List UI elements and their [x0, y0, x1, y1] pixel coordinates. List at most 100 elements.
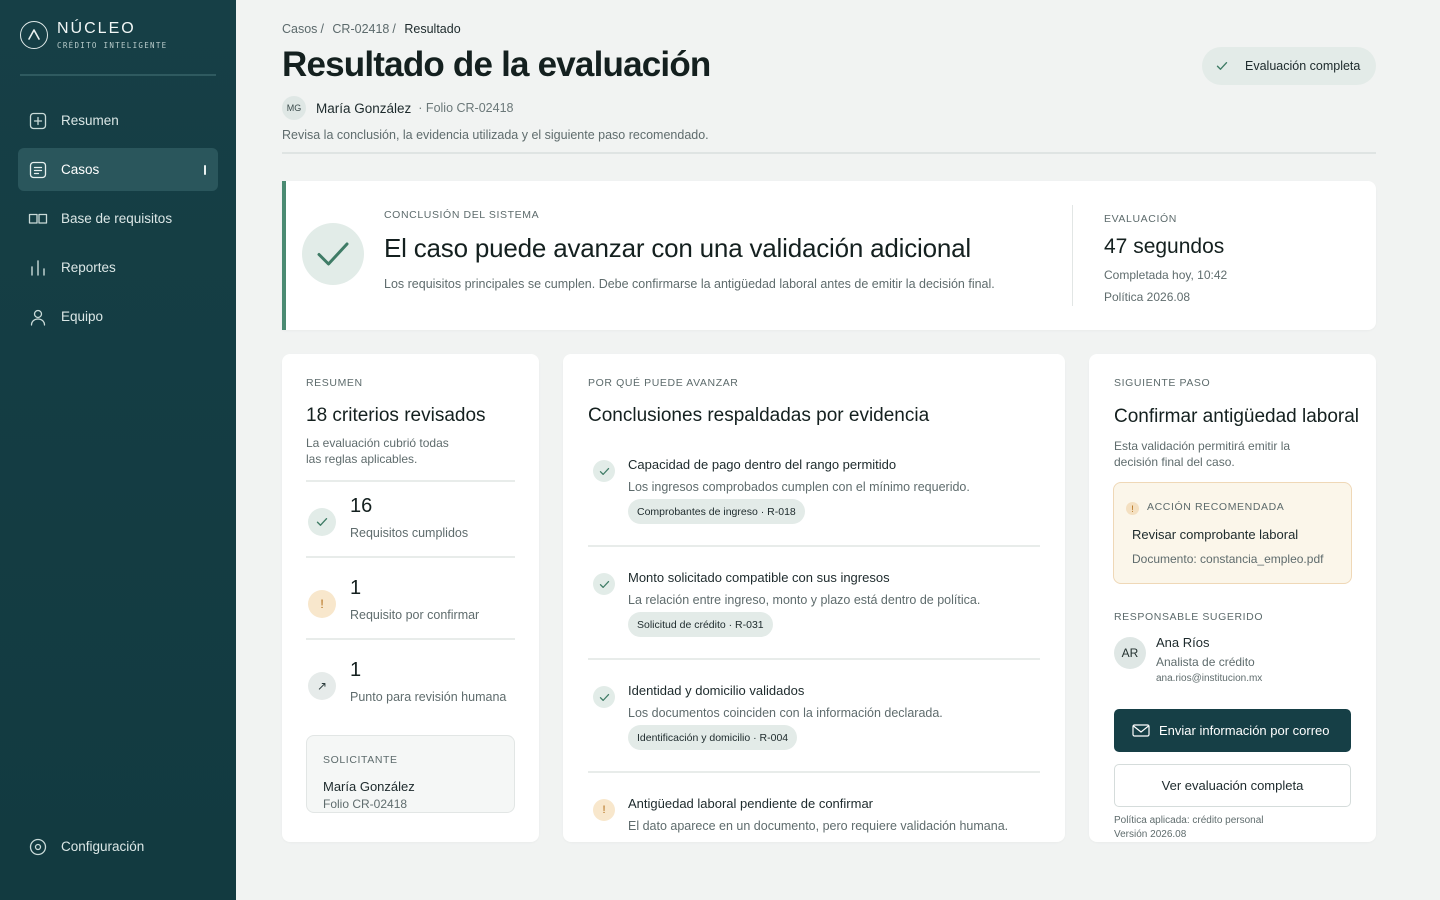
check-icon: [593, 573, 615, 595]
conclusion-card: CONCLUSIÓN DEL SISTEMA El caso puede ava…: [282, 181, 1376, 330]
evidence-card: POR QUÉ PUEDE AVANZAR Conclusiones respa…: [563, 354, 1065, 842]
responsible-email[interactable]: ana.rios@institucion.mx: [1156, 673, 1262, 684]
applicant-label: SOLICITANTE: [323, 754, 398, 766]
evidence-item-text: La relación entre ingreso, monto y plazo…: [628, 593, 981, 607]
action-document[interactable]: Documento: constancia_empleo.pdf: [1132, 552, 1323, 566]
evidence-item-text: Los ingresos comprobados cumplen con el …: [628, 480, 970, 494]
conclusion-label: CONCLUSIÓN DEL SISTEMA: [384, 209, 540, 221]
page-title: Resultado de la evaluación: [282, 45, 711, 84]
sidebar-item-resumen[interactable]: Resumen: [18, 99, 218, 142]
stat-value: 1: [350, 659, 362, 681]
evidence-item-title: Antigüedad laboral pendiente de confirma…: [628, 796, 874, 811]
conclusion-title: El caso puede avanzar con una validación…: [384, 233, 971, 263]
stat-label: Requisitos cumplidos: [350, 526, 469, 540]
button-label: Enviar información por correo: [1159, 723, 1330, 738]
evidence-tag[interactable]: Solicitud de crédito · R-031: [628, 612, 773, 637]
evidence-item: Identidad y domicilio validados Los docu…: [588, 683, 1040, 796]
summary-label: RESUMEN: [306, 377, 363, 389]
bar-chart-icon: [28, 258, 48, 278]
stat-label: Requisito por confirmar: [350, 608, 480, 622]
applicant-name: María González: [323, 779, 415, 794]
breadcrumb-item-case[interactable]: CR-02418: [332, 22, 389, 36]
summary-description: La evaluación cubrió todas las reglas ap…: [306, 436, 449, 466]
avatar: MG: [282, 96, 306, 120]
version-line: Versión 2026.08: [1114, 829, 1187, 840]
conclusion-text: Los requisitos principales se cumplen. D…: [384, 277, 995, 291]
next-step-title: Confirmar antigüedad laboral: [1114, 406, 1360, 427]
brand[interactable]: NÚCLEO CRÉDITO INTELIGENTE: [20, 20, 168, 50]
avatar: AR: [1114, 637, 1146, 669]
warning-icon: !: [1126, 502, 1139, 515]
sidebar-nav: Resumen Casos Base de requisitos Reporte…: [18, 99, 218, 344]
stat-value: 16: [350, 495, 373, 517]
status-badge: Evaluación completa: [1202, 47, 1376, 85]
evidence-item-title: Identidad y domicilio validados: [628, 683, 805, 698]
book-icon: [28, 209, 48, 229]
divider: [306, 638, 515, 640]
sidebar-item-reportes[interactable]: Reportes: [18, 246, 218, 289]
warning-icon: !: [308, 590, 336, 618]
stat-pending: ! 1 Requisito por confirmar: [306, 577, 515, 637]
evaluation-completed: Completada hoy, 10:42: [1104, 268, 1228, 282]
sidebar-item-label: Reportes: [61, 260, 116, 275]
evidence-tag[interactable]: Comprobantes de ingreso · R-018: [628, 499, 805, 524]
breadcrumb-item-current: Resultado: [404, 22, 461, 36]
sidebar-item-casos[interactable]: Casos: [18, 148, 218, 191]
next-step-card: SIGUIENTE PASO Confirmar antigüedad labo…: [1089, 354, 1376, 842]
applicant-box[interactable]: SOLICITANTE María González Folio CR-0241…: [306, 735, 515, 813]
responsible-name: Ana Ríos: [1156, 635, 1210, 650]
divider: [588, 545, 1040, 547]
applicant-folio: Folio CR-02418: [323, 797, 408, 811]
evidence-item: Capacidad de pago dentro del rango permi…: [588, 457, 1040, 570]
document-list-icon: [28, 160, 48, 180]
applicant-meta: MG María González · Folio CR-02418: [282, 96, 513, 120]
view-full-evaluation-button[interactable]: Ver evaluación completa: [1114, 764, 1351, 807]
stat-met: 16 Requisitos cumplidos: [306, 495, 515, 555]
folio: · Folio CR-02418: [418, 101, 514, 115]
evidence-tag[interactable]: Identificación y domicilio · R-004: [628, 725, 798, 750]
send-email-button[interactable]: Enviar información por correo: [1114, 709, 1351, 752]
vertical-divider: [1072, 205, 1073, 306]
divider: [306, 480, 515, 482]
sidebar-item-label: Resumen: [61, 113, 119, 128]
mail-icon: [1132, 724, 1150, 738]
divider: [588, 658, 1040, 660]
stat-review: ↗ 1 Punto para revisión humana: [306, 659, 515, 719]
evidence-item-text: El dato aparece en un documento, pero re…: [628, 819, 1009, 833]
check-icon: [593, 460, 615, 482]
policy-line: Política aplicada: crédito personal: [1114, 815, 1264, 826]
evidence-item-title: Monto solicitado compatible con sus ingr…: [628, 570, 890, 585]
summary-title: 18 criterios revisados: [306, 405, 486, 426]
next-step-label: SIGUIENTE PASO: [1114, 377, 1211, 389]
sidebar-item-label: Configuración: [61, 839, 145, 854]
evidence-item: ! Antigüedad laboral pendiente de confir…: [588, 796, 1040, 842]
action-label: ACCIÓN RECOMENDADA: [1147, 501, 1285, 513]
responsible-label: RESPONSABLE SUGERIDO: [1114, 611, 1264, 623]
active-indicator: [204, 165, 206, 175]
sidebar: NÚCLEO CRÉDITO INTELIGENTE Resumen Casos…: [0, 0, 236, 900]
header-divider: [282, 152, 1376, 154]
divider: [588, 771, 1040, 773]
sidebar-item-equipo[interactable]: Equipo: [18, 295, 218, 338]
applicant-name: María González: [316, 100, 412, 116]
breadcrumb: Casos / CR-02418/ Resultado: [282, 22, 461, 36]
check-icon: [593, 686, 615, 708]
warning-icon: !: [593, 799, 615, 821]
evidence-item: Monto solicitado compatible con sus ingr…: [588, 570, 1040, 683]
sidebar-item-base-de-requisitos[interactable]: Base de requisitos: [18, 197, 218, 240]
sidebar-item-label: Equipo: [61, 309, 104, 324]
policy-note: Política aplicada: crédito personal Vers…: [1114, 814, 1264, 842]
evaluation-label: EVALUACIÓN: [1104, 213, 1177, 225]
evidence-label: POR QUÉ PUEDE AVANZAR: [588, 377, 739, 389]
evaluation-policy: Política 2026.08: [1104, 290, 1191, 304]
sidebar-item-configuracion[interactable]: Configuración: [18, 825, 218, 868]
sidebar-divider: [20, 74, 216, 76]
button-label: Ver evaluación completa: [1161, 778, 1304, 793]
sidebar-item-label: Casos: [61, 162, 100, 177]
brand-name: NÚCLEO: [57, 20, 136, 37]
breadcrumb-item-casos[interactable]: Casos: [282, 22, 317, 36]
summary-card: RESUMEN 18 criterios revisados La evalua…: [282, 354, 539, 842]
divider: [306, 556, 515, 558]
arrow-up-right-icon: ↗: [308, 672, 336, 700]
user-icon: [28, 307, 48, 327]
